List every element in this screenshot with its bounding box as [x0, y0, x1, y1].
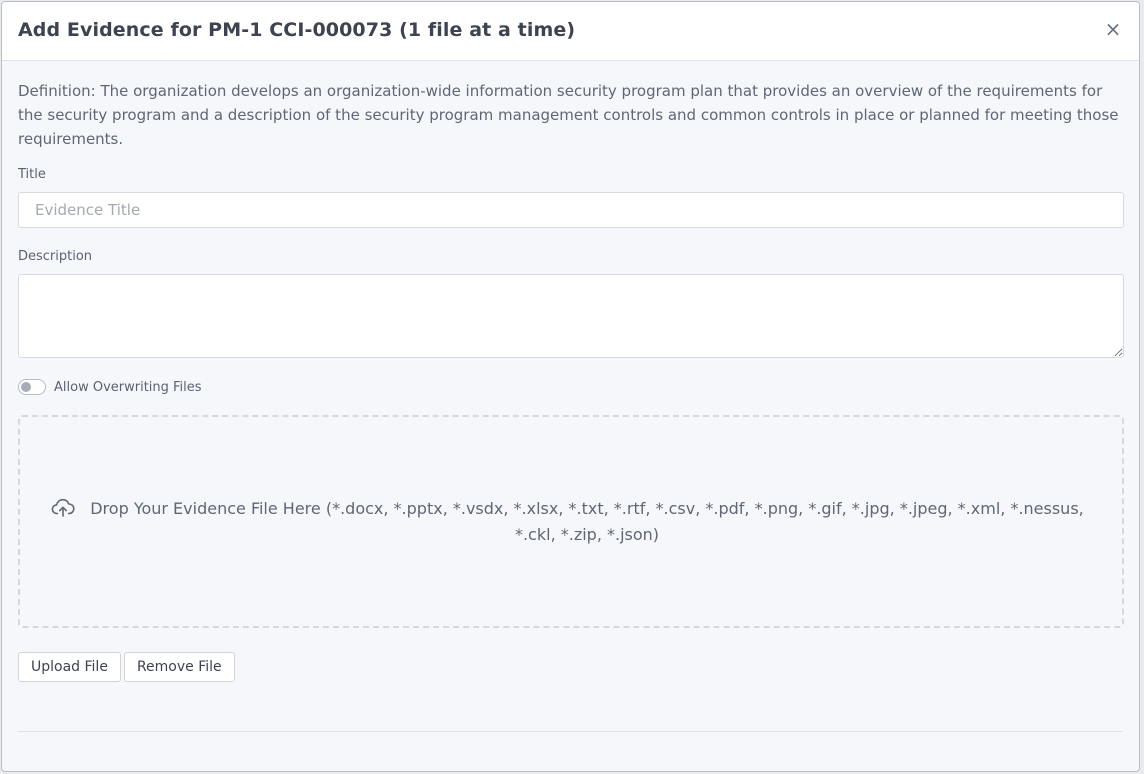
close-icon[interactable]: × — [1105, 17, 1122, 41]
title-label: Title — [18, 167, 46, 182]
allow-overwrite-label: Allow Overwriting Files — [54, 379, 202, 395]
dropzone-content: Drop Your Evidence File Here (*.docx, *.… — [51, 496, 1091, 548]
modal-body: Definition: The organization develops an… — [2, 61, 1139, 682]
dropzone-text: Drop Your Evidence File Here (*.docx, *.… — [90, 498, 1084, 544]
allow-overwrite-toggle[interactable] — [18, 379, 46, 395]
cloud-upload-icon — [51, 498, 75, 517]
action-buttons: Upload File Remove File — [18, 652, 1123, 682]
footer-divider — [18, 731, 1123, 732]
modal-title: Add Evidence for PM-1 CCI-000073 (1 file… — [18, 19, 576, 41]
overwrite-toggle-row: Allow Overwriting Files — [18, 378, 1123, 396]
close-button[interactable]: × — [1103, 18, 1123, 40]
modal-header: Add Evidence for PM-1 CCI-000073 (1 file… — [2, 2, 1139, 61]
file-dropzone[interactable]: Drop Your Evidence File Here (*.docx, *.… — [18, 415, 1124, 628]
evidence-title-input[interactable] — [18, 192, 1124, 228]
remove-file-button[interactable]: Remove File — [123, 652, 235, 682]
upload-file-button[interactable]: Upload File — [18, 652, 121, 682]
toggle-knob — [21, 382, 31, 392]
evidence-description-input[interactable] — [18, 274, 1124, 358]
description-label: Description — [18, 249, 93, 264]
control-definition: Definition: The organization develops an… — [18, 82, 1119, 148]
add-evidence-modal: Add Evidence for PM-1 CCI-000073 (1 file… — [1, 1, 1140, 772]
